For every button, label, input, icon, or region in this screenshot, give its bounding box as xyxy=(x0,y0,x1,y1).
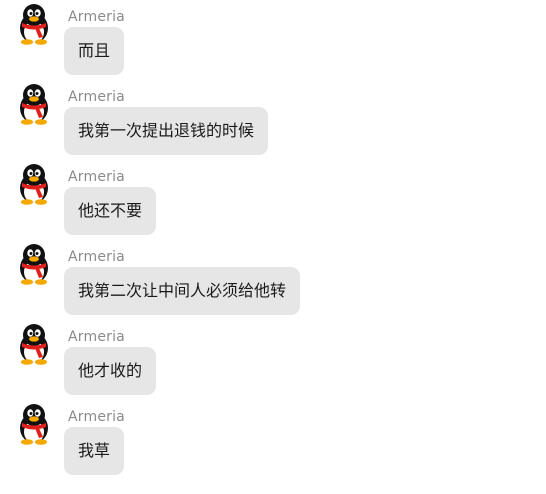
sender-name: Armeria xyxy=(68,329,125,345)
chat-message: Armeria 我第二次让中间人必须给他转 xyxy=(0,240,546,320)
chat-message: Armeria 他还不要 xyxy=(0,160,546,240)
message-bubble[interactable]: 他还不要 xyxy=(64,187,157,235)
chat-message: Armeria 而且 xyxy=(0,0,546,80)
message-bubble[interactable]: 而且 xyxy=(64,27,125,75)
message-bubble[interactable]: 我草 xyxy=(64,427,125,475)
qq-penguin-icon[interactable] xyxy=(14,3,54,45)
message-bubble[interactable]: 我第一次提出退钱的时候 xyxy=(64,107,269,155)
sender-name: Armeria xyxy=(68,89,125,105)
chat-message-list: Armeria 而且 Armeria 我第一次提出退钱的时候 Armeria 他… xyxy=(0,0,546,494)
qq-penguin-icon[interactable] xyxy=(14,163,54,205)
sender-name: Armeria xyxy=(68,249,125,265)
message-bubble[interactable]: 他才收的 xyxy=(64,347,157,395)
qq-penguin-icon[interactable] xyxy=(14,83,54,125)
qq-penguin-icon[interactable] xyxy=(14,403,54,445)
chat-message: Armeria 我第一次提出退钱的时候 xyxy=(0,80,546,160)
sender-name: Armeria xyxy=(68,409,125,425)
qq-penguin-icon[interactable] xyxy=(14,323,54,365)
message-bubble[interactable]: 我第二次让中间人必须给他转 xyxy=(64,267,301,315)
sender-name: Armeria xyxy=(68,9,125,25)
chat-message: Armeria 他才收的 xyxy=(0,320,546,400)
sender-name: Armeria xyxy=(68,169,125,185)
chat-message: Armeria 我草 xyxy=(0,400,546,480)
qq-penguin-icon[interactable] xyxy=(14,243,54,285)
